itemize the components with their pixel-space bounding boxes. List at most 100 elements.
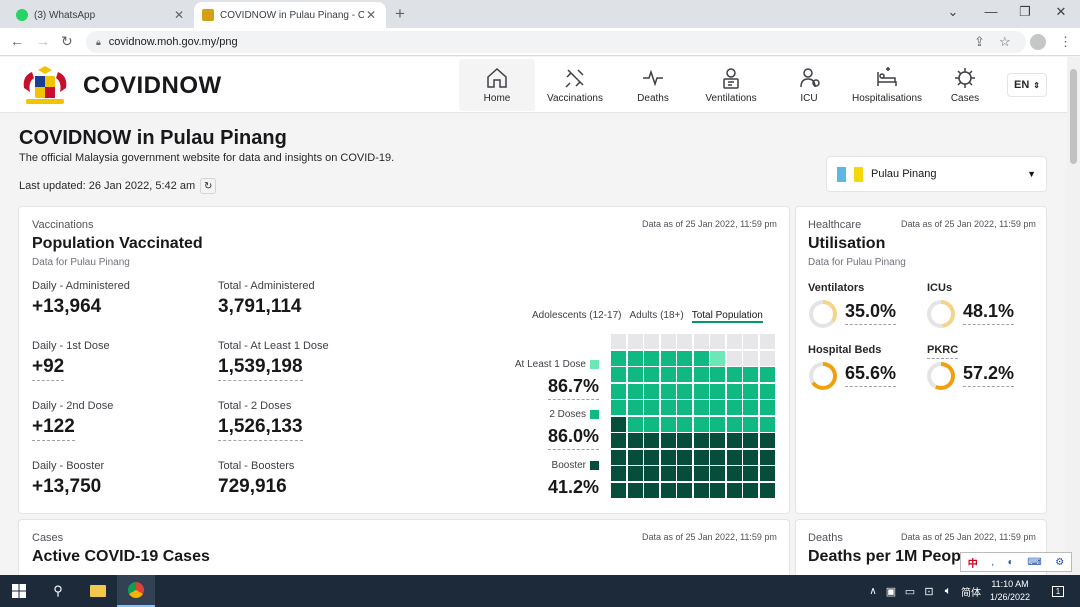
waffle-cell <box>644 449 659 465</box>
waffle-cell <box>660 482 676 498</box>
tab-total-population[interactable]: Total Population <box>691 310 763 323</box>
ime-toolbar[interactable]: 中 , ◐ ⌨ ⚙ <box>960 552 1072 572</box>
new-tab-icon[interactable]: + <box>395 4 405 24</box>
util-value[interactable]: 57.2% <box>963 363 1015 387</box>
nav-cases[interactable]: Cases <box>941 59 989 111</box>
waffle-cell <box>693 334 709 349</box>
ime-settings-icon[interactable]: ⚙ <box>1055 557 1064 568</box>
utilisation-card: Healthcare Data as of 25 Jan 2022, 11:59… <box>795 206 1047 514</box>
tab-whatsapp[interactable]: (3) WhatsApp ✕ <box>8 2 194 28</box>
vaccination-waffle-chart <box>611 334 777 500</box>
page-subtitle: The official Malaysia government website… <box>19 152 395 164</box>
waffle-cell <box>677 367 692 382</box>
stat-value[interactable]: 1,526,133 <box>218 416 303 441</box>
waffle-cell <box>743 367 758 382</box>
tray-overflow-icon[interactable]: ∧ <box>866 575 880 607</box>
stat-value[interactable]: 1,539,198 <box>218 356 303 381</box>
waffle-cell <box>660 400 676 415</box>
tray-ime-indicator[interactable]: 简体 <box>960 575 982 607</box>
search-button[interactable]: ⚲ <box>40 575 76 607</box>
util-value[interactable]: 48.1% <box>963 301 1015 325</box>
state-selector[interactable]: Pulau Pinang ▼ <box>826 156 1047 192</box>
util-value[interactable]: 65.6% <box>845 363 897 387</box>
waffle-cell <box>627 433 643 448</box>
waffle-cell <box>677 466 692 481</box>
tab-covidnow[interactable]: COVIDNOW in Pulau Pinang - COVIDNOW ✕ <box>194 2 386 28</box>
tray-device-icon[interactable]: ▣ <box>883 575 899 607</box>
waffle-cell <box>693 433 709 448</box>
dose-label: 2 Doses <box>549 409 599 420</box>
language-select[interactable]: EN ⇕ <box>1007 73 1047 97</box>
waffle-cell <box>759 334 775 349</box>
nav-home[interactable]: Home <box>459 59 535 111</box>
dose-label: At Least 1 Dose <box>515 359 599 370</box>
waffle-cell <box>710 367 725 382</box>
tab-search-icon[interactable]: ⌄ <box>938 4 968 20</box>
ime-moon-icon[interactable]: ◐ <box>1008 557 1014 568</box>
tray-network-icon[interactable]: ⊡ <box>921 575 937 607</box>
taskbar-file-explorer[interactable] <box>80 575 116 607</box>
browser-menu-icon[interactable]: ⋮ <box>1059 34 1072 50</box>
util-label[interactable]: PKRC <box>927 344 959 359</box>
waffle-cell <box>743 466 758 481</box>
stat-value: 729,916 <box>218 476 287 497</box>
waffle-cell <box>693 367 709 382</box>
stat-value[interactable]: +122 <box>32 416 75 441</box>
nav-ventilations[interactable]: Ventilations <box>699 59 763 111</box>
tab-adolescents[interactable]: Adolescents (12-17) <box>532 310 622 323</box>
ime-keyboard-icon[interactable]: ⌨ <box>1027 557 1041 568</box>
dose-value[interactable]: 86.0% <box>547 426 599 450</box>
restore-icon[interactable]: ❐ <box>1010 4 1040 20</box>
waffle-cell <box>743 482 758 498</box>
waffle-cell <box>743 383 758 399</box>
waffle-cell <box>759 416 775 432</box>
profile-avatar-icon[interactable] <box>1030 34 1046 50</box>
close-window-icon[interactable]: ✕ <box>1046 4 1076 20</box>
windows-taskbar: ⚲ ∧ ▣ ▭ ⊡ 🔈︎ 简体 11:10 AM 1/26/2022 1 <box>0 575 1080 607</box>
waffle-cell <box>660 350 676 366</box>
tray-volume-icon[interactable]: 🔈︎ <box>940 575 956 607</box>
nav-label: Cases <box>950 93 980 104</box>
close-icon[interactable]: ✕ <box>364 8 378 22</box>
legend-swatch <box>590 410 599 419</box>
updown-arrow-icon: ⇕ <box>1033 80 1040 90</box>
notification-center-icon[interactable]: 1 <box>1044 575 1072 607</box>
stat-value[interactable]: +92 <box>32 356 65 381</box>
ime-punctuation-icon[interactable]: , <box>991 557 994 568</box>
refresh-button[interactable]: ↻ <box>200 178 217 194</box>
taskbar-chrome[interactable] <box>117 575 155 607</box>
reload-icon[interactable]: ↻ <box>61 33 73 50</box>
share-icon[interactable]: ⇪ <box>974 34 985 50</box>
nav-label: ICU <box>800 93 818 104</box>
tab-adults[interactable]: Adults (18+) <box>630 310 684 323</box>
stat-value: 3,791,114 <box>218 296 302 317</box>
back-icon[interactable]: ← <box>10 33 24 49</box>
card-category: Deaths <box>808 532 843 544</box>
url-field[interactable]: 🔒︎ covidnow.moh.gov.my/png <box>86 31 1026 53</box>
dose-value[interactable]: 86.7% <box>547 376 599 400</box>
nav-vaccinations[interactable]: Vaccinations <box>541 59 609 111</box>
site-brand: COVIDNOW <box>83 72 222 99</box>
nav-hospitalisations[interactable]: Hospitalisations <box>847 59 927 111</box>
nav-deaths[interactable]: Deaths <box>625 59 681 111</box>
waffle-cell <box>743 433 758 448</box>
nav-icu[interactable]: ICU <box>785 59 833 111</box>
vaccination-card: Vaccinations Population Vaccinated Data … <box>18 206 790 514</box>
whatsapp-icon <box>16 9 28 21</box>
waffle-cell <box>644 334 659 349</box>
waffle-cell <box>677 383 692 399</box>
scrollbar-thumb[interactable] <box>1070 69 1077 164</box>
start-button[interactable] <box>0 575 38 607</box>
minimize-icon[interactable]: — <box>976 4 1006 19</box>
util-value[interactable]: 35.0% <box>845 301 897 325</box>
forward-icon[interactable]: → <box>36 33 50 49</box>
waffle-cell <box>726 449 742 465</box>
taskbar-clock[interactable]: 11:10 AM 1/26/2022 <box>982 578 1038 604</box>
close-icon[interactable]: ✕ <box>172 8 186 22</box>
ime-chinese-icon[interactable]: 中 <box>968 555 978 570</box>
waffle-cell <box>611 433 626 448</box>
tray-battery-icon[interactable]: ▭ <box>902 575 918 607</box>
page-scrollbar[interactable] <box>1067 57 1080 575</box>
card-title: Utilisation <box>808 235 886 252</box>
bookmark-star-icon[interactable]: ☆ <box>999 34 1011 50</box>
